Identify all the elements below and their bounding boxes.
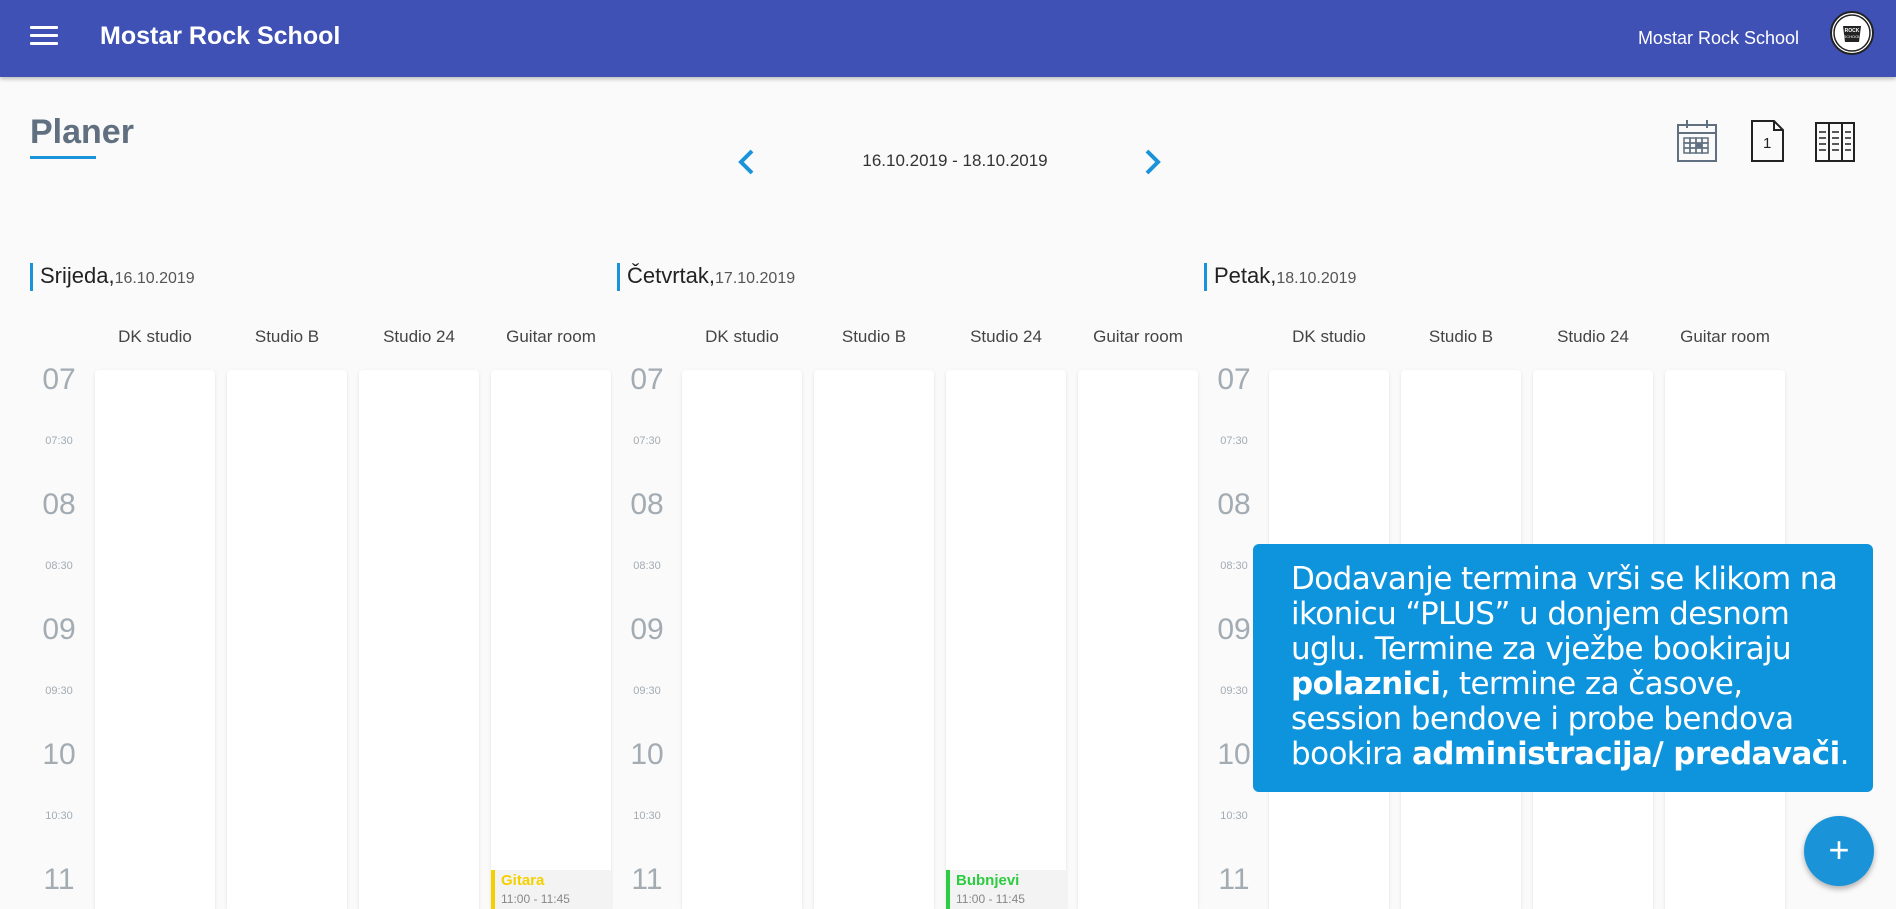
schedule-column-studio-24[interactable]: Bubnjevi 11:00 - 11:45 bbox=[946, 370, 1066, 909]
event-gitara[interactable]: Gitara 11:00 - 11:45 bbox=[491, 870, 611, 909]
hour-label: 11 bbox=[1218, 863, 1250, 896]
room-label-studio-24: Studio 24 bbox=[383, 327, 455, 346]
chevron-left-icon[interactable] bbox=[735, 149, 757, 175]
schedule-column-guitar-room[interactable] bbox=[1078, 370, 1198, 909]
room-label-studio-b: Studio B bbox=[1428, 327, 1494, 346]
half-hour-label: 10:30 bbox=[1220, 810, 1248, 822]
half-hour-label: 10:30 bbox=[45, 810, 73, 822]
half-hour-label: 07:30 bbox=[633, 435, 661, 447]
schedule-column-studio-b[interactable] bbox=[227, 370, 347, 909]
event-time: 11:00 - 11:45 bbox=[956, 892, 1025, 906]
day-view-icon[interactable]: 1 bbox=[1745, 118, 1789, 164]
schedule-column-studio-24[interactable] bbox=[359, 370, 479, 909]
half-hour-label: 07:30 bbox=[1220, 435, 1248, 447]
app-title: Mostar Rock School bbox=[100, 22, 341, 50]
day-view-label: 1 bbox=[1763, 135, 1772, 152]
day-date: 18.10.2019 bbox=[1276, 270, 1357, 287]
hour-label: 10 bbox=[42, 738, 76, 771]
hour-label: 09 bbox=[42, 613, 76, 646]
schedule-column-dk-studio[interactable] bbox=[95, 370, 215, 909]
add-event-button[interactable]: + bbox=[1804, 816, 1874, 886]
half-hour-label: 10:30 bbox=[633, 810, 661, 822]
school-logo-avatar[interactable]: ROCK SCHOOL bbox=[1830, 11, 1874, 55]
room-label-studio-b: Studio B bbox=[254, 327, 320, 346]
event-time: 11:00 - 11:45 bbox=[501, 892, 570, 906]
day-header-friday: Petak,18.10.2019 bbox=[1204, 263, 1356, 291]
room-label-studio-24: Studio 24 bbox=[1557, 327, 1629, 346]
menu-icon[interactable] bbox=[30, 26, 58, 48]
title-underline bbox=[30, 156, 96, 159]
tooltip-text: Dodavanje termina vrši se klikom na ikon… bbox=[1291, 561, 1838, 667]
chevron-right-icon[interactable] bbox=[1142, 149, 1164, 175]
hour-label: 08 bbox=[42, 488, 76, 521]
half-hour-label: 09:30 bbox=[633, 685, 661, 697]
tooltip-text: . bbox=[1839, 736, 1850, 772]
tooltip-bold-administracija: administracija/ predavači bbox=[1411, 736, 1840, 772]
room-label-guitar-room: Guitar room bbox=[1680, 327, 1770, 346]
tooltip-bold-polaznici: polaznici bbox=[1291, 666, 1441, 702]
room-label-guitar-room: Guitar room bbox=[506, 327, 596, 346]
hour-label: 11 bbox=[631, 863, 663, 896]
room-label-dk-studio: DK studio bbox=[1292, 327, 1366, 346]
room-label-guitar-room: Guitar room bbox=[1093, 327, 1183, 346]
day-date: 16.10.2019 bbox=[114, 270, 195, 287]
room-label-dk-studio: DK studio bbox=[118, 327, 192, 346]
schedule-column-dk-studio[interactable] bbox=[682, 370, 802, 909]
hour-label: 07 bbox=[1217, 363, 1251, 396]
event-bubnjevi[interactable]: Bubnjevi 11:00 - 11:45 bbox=[946, 870, 1066, 909]
hour-label: 11 bbox=[43, 863, 75, 896]
room-label-studio-b: Studio B bbox=[841, 327, 907, 346]
day-header-thursday: Četvrtak,17.10.2019 bbox=[617, 263, 795, 291]
event-title: Gitara bbox=[501, 872, 545, 889]
page-title: Planer bbox=[30, 113, 134, 151]
hour-label: 08 bbox=[630, 488, 664, 521]
schedule-column-studio-b[interactable] bbox=[814, 370, 934, 909]
hour-label: 07 bbox=[630, 363, 664, 396]
day-name: Srijeda, bbox=[40, 263, 115, 288]
school-logo-icon: ROCK SCHOOL bbox=[1833, 14, 1871, 52]
calendar-view-icon[interactable] bbox=[1675, 118, 1719, 164]
schedule-column-guitar-room[interactable]: Gitara 11:00 - 11:45 bbox=[491, 370, 611, 909]
half-hour-label: 07:30 bbox=[45, 435, 73, 447]
half-hour-label: 08:30 bbox=[633, 560, 661, 572]
day-name: Četvrtak, bbox=[627, 263, 716, 288]
hour-label: 10 bbox=[630, 738, 664, 771]
hour-label: 07 bbox=[42, 363, 76, 396]
hour-label: 08 bbox=[1217, 488, 1251, 521]
event-title: Bubnjevi bbox=[956, 872, 1020, 889]
list-view-icon[interactable] bbox=[1813, 118, 1857, 164]
day-date: 17.10.2019 bbox=[715, 270, 796, 287]
date-range: 16.10.2019 - 18.10.2019 bbox=[862, 151, 1048, 170]
day-name: Petak, bbox=[1214, 263, 1277, 288]
app-bar: Mostar Rock School Mostar Rock School RO… bbox=[0, 0, 1896, 77]
room-label-dk-studio: DK studio bbox=[705, 327, 779, 346]
room-label-studio-24: Studio 24 bbox=[970, 327, 1042, 346]
help-tooltip: Dodavanje termina vrši se klikom na ikon… bbox=[1253, 544, 1873, 792]
day-header-wednesday: Srijeda,16.10.2019 bbox=[30, 263, 195, 291]
half-hour-label: 08:30 bbox=[45, 560, 73, 572]
svg-text:SCHOOL: SCHOOL bbox=[1844, 34, 1862, 39]
half-hour-label: 09:30 bbox=[45, 685, 73, 697]
school-name[interactable]: Mostar Rock School bbox=[1638, 28, 1799, 49]
hour-label: 09 bbox=[630, 613, 664, 646]
